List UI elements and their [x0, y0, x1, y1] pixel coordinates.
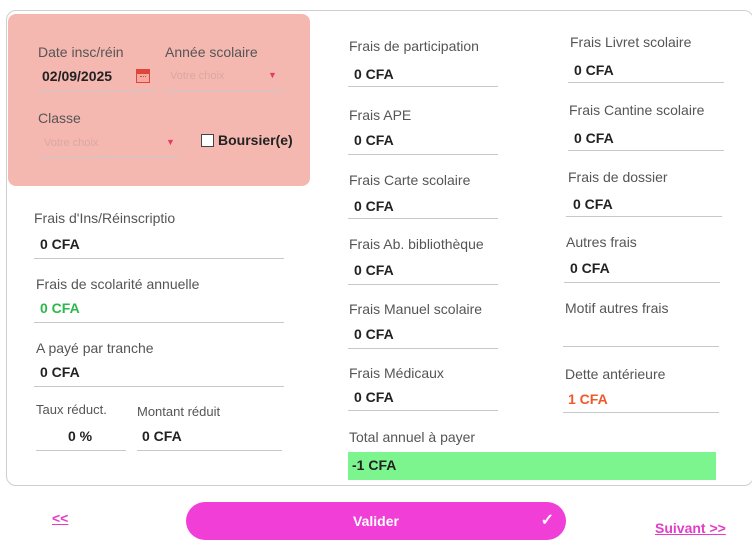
livret-value[interactable]: 0 CFA: [574, 62, 614, 78]
dette-underline: [563, 412, 719, 413]
ins-underline: [34, 258, 284, 259]
scol-underline: [34, 322, 284, 323]
cantine-value[interactable]: 0 CFA: [574, 130, 614, 146]
date-label: Date insc/réin: [38, 44, 124, 60]
carte-value[interactable]: 0 CFA: [354, 198, 394, 214]
year-label: Année scolaire: [165, 44, 258, 60]
participation-underline: [348, 86, 498, 87]
montant-label: Montant réduit: [137, 404, 221, 419]
student-info-panel: [8, 14, 310, 186]
manuel-label: Frais Manuel scolaire: [349, 301, 483, 317]
calendar-icon[interactable]: [136, 69, 150, 83]
tranche-label: A payé par tranche: [36, 340, 154, 356]
cantine-underline: [568, 150, 724, 151]
total-value: -1 CFA: [352, 457, 397, 473]
total-label: Total annuel à payer: [349, 429, 476, 445]
biblio-label: Frais Ab. bibliothèque: [349, 236, 484, 252]
chevron-down-icon[interactable]: ▼: [166, 137, 175, 147]
livret-underline: [568, 82, 724, 83]
chevron-down-icon[interactable]: ▼: [268, 70, 277, 80]
validate-label: Valider: [353, 513, 399, 529]
next-link[interactable]: Suivant >>: [655, 520, 726, 536]
dossier-underline: [566, 216, 722, 217]
ins-value[interactable]: 0 CFA: [40, 236, 80, 252]
biblio-underline: [348, 284, 498, 285]
carte-label: Frais Carte scolaire: [349, 172, 471, 188]
medicaux-label: Frais Médicaux: [349, 365, 444, 381]
tranche-value[interactable]: 0 CFA: [40, 364, 80, 380]
taux-label: Taux réduct.: [36, 402, 107, 417]
cantine-label: Frais Cantine scolaire: [569, 102, 705, 118]
total-box: [348, 452, 716, 480]
participation-value[interactable]: 0 CFA: [354, 66, 394, 82]
scol-value[interactable]: 0 CFA: [40, 300, 80, 316]
checkmark-icon: ✓: [540, 512, 554, 529]
year-underline: [165, 90, 283, 91]
medicaux-value[interactable]: 0 CFA: [354, 389, 394, 405]
tranche-underline: [34, 386, 284, 387]
class-select[interactable]: Votre choix: [44, 137, 98, 149]
ins-label: Frais d'Ins/Réinscriptio: [34, 210, 176, 226]
medicaux-underline: [348, 410, 498, 411]
biblio-value[interactable]: 0 CFA: [354, 262, 394, 278]
year-select[interactable]: Votre choix: [170, 70, 224, 82]
ape-value[interactable]: 0 CFA: [354, 132, 394, 148]
participation-label: Frais de participation: [349, 38, 479, 54]
manuel-underline: [348, 348, 498, 349]
taux-underline: [36, 450, 126, 451]
motif-label: Motif autres frais: [565, 300, 669, 316]
livret-label: Frais Livret scolaire: [570, 34, 692, 50]
dossier-value[interactable]: 0 CFA: [573, 196, 613, 212]
validate-button[interactable]: Valider ✓: [186, 502, 566, 540]
boursier-checkbox[interactable]: [201, 134, 214, 147]
autres-value[interactable]: 0 CFA: [570, 260, 610, 276]
date-underline: [38, 90, 156, 91]
autres-label: Autres frais: [566, 234, 637, 250]
ape-label: Frais APE: [349, 107, 412, 123]
ape-underline: [348, 154, 498, 155]
taux-value[interactable]: 0 %: [68, 428, 92, 444]
montant-underline: [137, 450, 282, 451]
previous-link[interactable]: <<: [52, 510, 68, 526]
carte-underline: [348, 218, 498, 219]
dette-value[interactable]: 1 CFA: [568, 391, 608, 407]
motif-input[interactable]: [563, 346, 719, 347]
autres-underline: [564, 282, 720, 283]
class-label: Classe: [38, 110, 81, 126]
boursier-label: Boursier(e): [218, 132, 293, 148]
manuel-value[interactable]: 0 CFA: [354, 326, 394, 342]
dossier-label: Frais de dossier: [568, 169, 668, 185]
scol-label: Frais de scolarité annuelle: [36, 276, 200, 292]
class-underline: [38, 156, 178, 157]
dette-label: Dette antérieure: [565, 366, 666, 382]
date-input[interactable]: 02/09/2025: [42, 68, 112, 84]
montant-value[interactable]: 0 CFA: [142, 428, 182, 444]
